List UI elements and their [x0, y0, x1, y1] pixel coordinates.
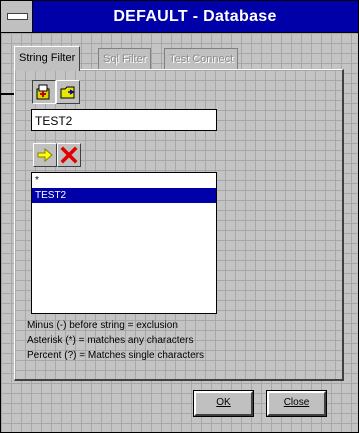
tab-string-filter[interactable]: String Filter	[14, 46, 81, 71]
tab-test-connect[interactable]: Test Connect	[164, 48, 239, 69]
system-menu-icon	[7, 13, 28, 20]
close-button[interactable]: Close	[266, 390, 327, 417]
add-filter-icon	[36, 84, 50, 100]
folder-browse-icon	[60, 86, 75, 99]
filter-string-input[interactable]: TEST2	[31, 109, 217, 131]
ok-button[interactable]: OK	[193, 390, 254, 417]
title-bar: DEFAULT - Database	[1, 1, 358, 33]
add-filter-button[interactable]	[32, 80, 56, 104]
yellow-arrow-icon	[37, 147, 53, 163]
close-button-label: Close	[283, 397, 310, 408]
list-item-selected[interactable]: TEST2	[32, 188, 216, 203]
browse-button[interactable]	[56, 80, 80, 104]
add-to-list-button[interactable]	[33, 143, 57, 167]
system-menu-button[interactable]	[1, 1, 33, 32]
tab-sql-filter[interactable]: Sql Filter	[98, 48, 152, 69]
help-text-exclusion: Minus (-) before string = exclusion	[27, 320, 178, 331]
filter-list[interactable]: * TEST2	[31, 172, 217, 314]
list-item[interactable]: *	[32, 173, 216, 188]
window-title: DEFAULT - Database	[113, 8, 277, 25]
delete-from-list-button[interactable]	[57, 143, 81, 167]
help-text-asterisk: Asterisk (*) = matches any characters	[27, 335, 194, 346]
red-x-icon	[60, 146, 78, 164]
ok-button-label: OK	[216, 397, 231, 408]
help-text-percent: Percent (?) = Matches single characters	[27, 350, 205, 361]
